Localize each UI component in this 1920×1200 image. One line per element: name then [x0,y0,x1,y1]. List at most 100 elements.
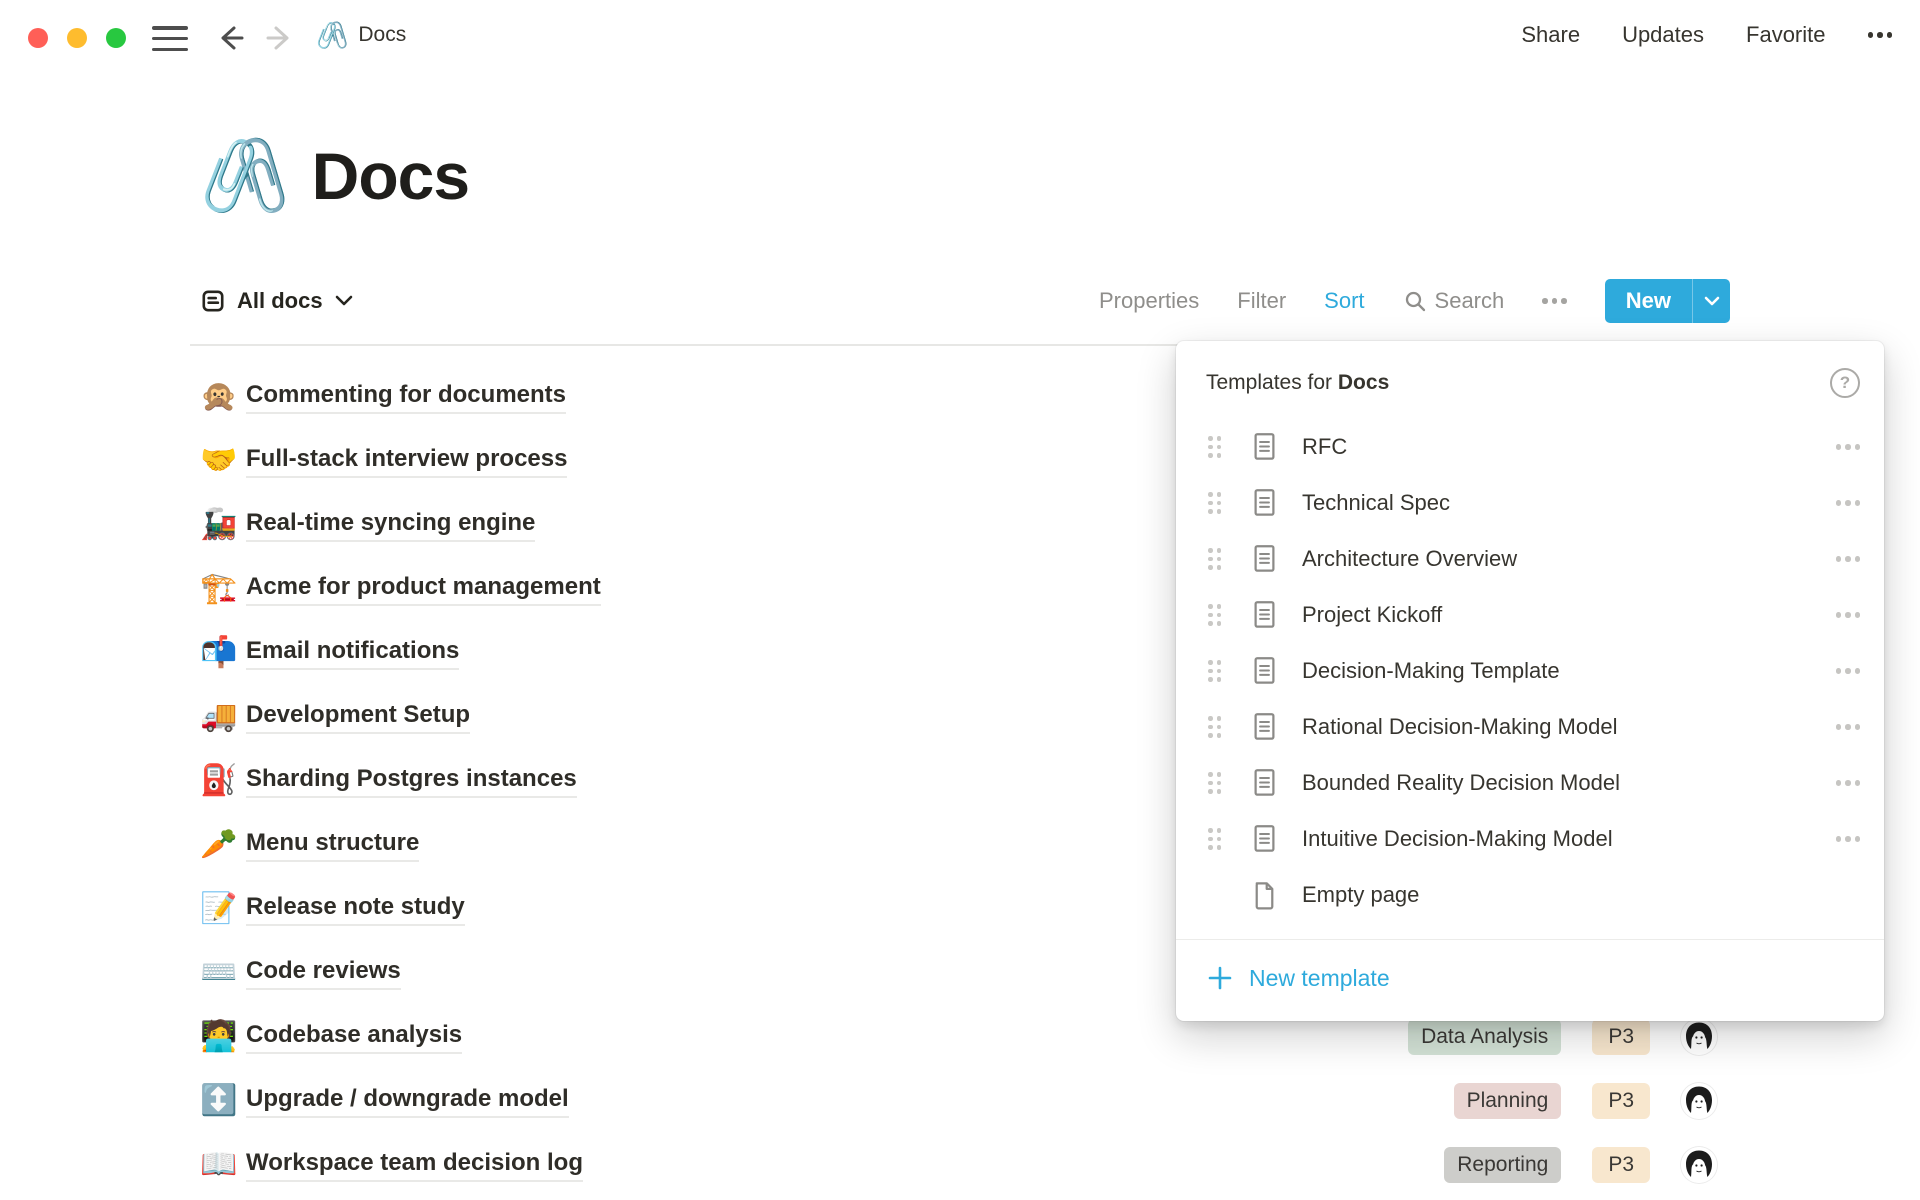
doc-title-link[interactable]: Upgrade / downgrade model [246,1085,569,1118]
avatar[interactable] [1681,1019,1717,1055]
template-more-icon[interactable] [1836,612,1861,618]
search-icon [1403,289,1427,313]
list-view-icon [200,288,226,314]
doc-emoji-icon: ⌨️ [200,958,246,988]
doc-emoji-icon: 🙊 [200,382,246,412]
new-template-label: New template [1249,965,1390,992]
sort-button[interactable]: Sort [1324,288,1364,314]
template-more-icon[interactable] [1836,556,1861,562]
new-template-button[interactable]: New template [1176,940,1884,1016]
template-item[interactable]: Intuitive Decision-Making Model [1176,811,1884,867]
doc-emoji-icon: 🧑‍💻 [200,1022,246,1052]
new-dropdown-button[interactable] [1693,279,1730,323]
template-item[interactable]: Rational Decision-Making Model [1176,699,1884,755]
properties-button[interactable]: Properties [1099,288,1199,314]
doc-title-link[interactable]: Menu structure [246,829,419,862]
page-emoji-icon[interactable]: 🖇️ [200,140,290,212]
template-item[interactable]: Technical Spec [1176,475,1884,531]
priority-badge[interactable]: P3 [1592,1019,1650,1055]
doc-title-link[interactable]: Workspace team decision log [246,1149,583,1182]
drag-handle-icon[interactable] [1206,826,1223,852]
template-name: RFC [1302,434,1347,460]
template-page-icon [1251,600,1278,630]
template-page-icon [1251,712,1278,742]
template-item[interactable]: Architecture Overview [1176,531,1884,587]
updates-button[interactable]: Updates [1622,22,1704,48]
drag-handle-icon[interactable] [1206,546,1223,572]
share-button[interactable]: Share [1521,22,1580,48]
sidebar-toggle-icon[interactable] [152,26,188,51]
priority-badge[interactable]: P3 [1592,1083,1650,1119]
maximize-window-button[interactable] [106,28,126,48]
template-page-icon [1251,488,1278,518]
forward-arrow-icon[interactable] [262,22,296,54]
templates-popover: Templates for Docs ? RFC [1176,341,1884,1021]
drag-handle-icon[interactable] [1206,434,1223,460]
doc-title-link[interactable]: Commenting for documents [246,381,566,414]
view-switcher[interactable]: All docs [190,288,354,314]
template-more-icon[interactable] [1836,444,1861,450]
close-window-button[interactable] [28,28,48,48]
chevron-down-icon [334,294,354,308]
empty-page-item[interactable]: Empty page [1176,867,1884,923]
template-more-icon[interactable] [1836,836,1861,842]
empty-page-label: Empty page [1302,882,1419,908]
drag-handle-icon[interactable] [1206,770,1223,796]
back-arrow-icon[interactable] [214,22,248,54]
minimize-window-button[interactable] [67,28,87,48]
new-button-group: New [1605,279,1730,323]
doc-title-link[interactable]: Acme for product management [246,573,601,606]
tag-badge[interactable]: Data Analysis [1408,1019,1561,1055]
avatar[interactable] [1681,1083,1717,1119]
template-item[interactable]: RFC [1176,419,1884,475]
search-button[interactable]: Search [1403,288,1505,314]
search-label: Search [1435,288,1505,314]
drag-handle-icon[interactable] [1206,490,1223,516]
doc-title-link[interactable]: Email notifications [246,637,459,670]
template-more-icon[interactable] [1836,500,1861,506]
filter-button[interactable]: Filter [1237,288,1286,314]
favorite-button[interactable]: Favorite [1746,22,1825,48]
template-page-icon [1251,656,1278,686]
doc-title-link[interactable]: Full-stack interview process [246,445,567,478]
page-header: 🖇️ Docs [200,138,469,214]
doc-title-link[interactable]: Codebase analysis [246,1021,462,1054]
help-icon[interactable]: ? [1830,368,1860,398]
drag-handle-icon[interactable] [1206,714,1223,740]
template-more-icon[interactable] [1836,668,1861,674]
template-name: Rational Decision-Making Model [1302,714,1617,740]
doc-emoji-icon: ↕️ [200,1086,246,1116]
list-item: 📖 Workspace team decision log Reporting … [190,1133,1730,1197]
breadcrumb[interactable]: 🖇️ Docs [316,22,406,48]
blank-page-icon [1251,880,1278,910]
doc-emoji-icon: 📬 [200,638,246,668]
template-page-icon [1251,544,1278,574]
chevron-down-icon [1703,295,1721,307]
template-item[interactable]: Decision-Making Template [1176,643,1884,699]
template-more-icon[interactable] [1836,780,1861,786]
tag-badge[interactable]: Reporting [1444,1147,1561,1183]
doc-title-link[interactable]: Real-time syncing engine [246,509,535,542]
doc-title-link[interactable]: Code reviews [246,957,401,990]
doc-title-link[interactable]: Development Setup [246,701,470,734]
plus-icon [1206,964,1234,992]
doc-row-properties: Reporting P3 [1444,1147,1717,1183]
toolbar-more-icon[interactable] [1542,298,1567,304]
template-name: Technical Spec [1302,490,1450,516]
template-list: RFC Technical Spec [1176,419,1884,867]
drag-handle-icon[interactable] [1206,658,1223,684]
tag-badge[interactable]: Planning [1454,1083,1562,1119]
popover-header: Templates for Docs ? [1206,363,1860,403]
doc-title-link[interactable]: Sharding Postgres instances [246,765,577,798]
new-button[interactable]: New [1605,279,1692,323]
priority-badge[interactable]: P3 [1592,1147,1650,1183]
doc-title-link[interactable]: Release note study [246,893,465,926]
doc-emoji-icon: 🥕 [200,830,246,860]
avatar[interactable] [1681,1147,1717,1183]
template-item[interactable]: Project Kickoff [1176,587,1884,643]
template-more-icon[interactable] [1836,724,1861,730]
template-item[interactable]: Bounded Reality Decision Model [1176,755,1884,811]
template-name: Bounded Reality Decision Model [1302,770,1620,796]
more-options-icon[interactable] [1868,32,1893,38]
drag-handle-icon[interactable] [1206,602,1223,628]
